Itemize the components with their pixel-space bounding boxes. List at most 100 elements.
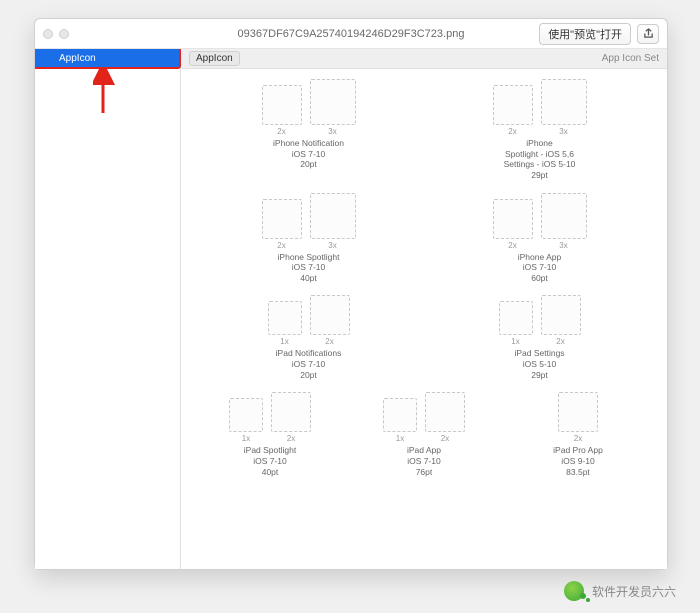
scale-label: 2x — [508, 241, 516, 250]
icon-slot[interactable]: 2x — [425, 392, 465, 443]
scale-label: 1x — [396, 434, 404, 443]
slot-group: 2x 3x iPhone SpotlightiOS 7-1040pt — [193, 193, 424, 292]
annotation-arrow-icon — [93, 69, 123, 117]
slot-caption: iPhone SpotlightiOS 7-1040pt — [278, 252, 340, 284]
image-well[interactable] — [268, 301, 302, 335]
minimize-icon[interactable] — [59, 29, 69, 39]
icon-slot[interactable]: 1x — [499, 301, 533, 346]
scale-label: 2x — [277, 241, 285, 250]
icon-slot[interactable]: 2x — [541, 295, 581, 346]
icon-slot[interactable]: 2x — [558, 392, 598, 443]
main-panel: AppIcon App Icon Set 2x 3x iPhone Notifica… — [181, 49, 667, 569]
icon-grid: 2x 3x iPhone NotificationiOS 7-1020pt 2x 3x i… — [181, 69, 667, 569]
scale-label: 2x — [556, 337, 564, 346]
scale-label: 2x — [287, 434, 295, 443]
slot-pair: 1x 2x — [383, 392, 465, 443]
slot-caption: iPhoneSpotlight - iOS 5,6Settings - iOS … — [504, 138, 576, 181]
slot-group: 1x 2x iPad SpotlightiOS 7-1040pt — [194, 392, 346, 485]
scale-label: 3x — [559, 241, 567, 250]
icon-slot[interactable]: 2x — [262, 85, 302, 136]
slot-caption: iPad Pro AppiOS 9-1083.5pt — [553, 445, 603, 477]
icon-slot[interactable]: 3x — [541, 193, 587, 250]
slot-group: 1x 2xiPad AppiOS 7-1076pt — [348, 392, 500, 485]
slot-pair: 2x 3x — [493, 79, 587, 136]
grid-row: 1x 2x iPad NotificationsiOS 7-1020pt 1x 2x iP… — [193, 295, 655, 388]
image-well[interactable] — [425, 392, 465, 432]
titlebar: 09367DF67C9A25740194246D29F3C723.png 使用"… — [35, 19, 667, 49]
icon-slot[interactable]: 1x — [229, 398, 263, 443]
sidebar-item-label: AppIcon — [59, 53, 96, 64]
slot-caption: iPad SpotlightiOS 7-1040pt — [244, 445, 296, 477]
image-well[interactable] — [541, 295, 581, 335]
scale-label: 2x — [277, 127, 285, 136]
image-well[interactable] — [262, 199, 302, 239]
image-well[interactable] — [558, 392, 598, 432]
scale-label: 1x — [280, 337, 288, 346]
scale-label: 2x — [325, 337, 333, 346]
image-well[interactable] — [310, 295, 350, 335]
icon-slot[interactable]: 3x — [310, 79, 356, 136]
icon-slot[interactable]: 3x — [310, 193, 356, 250]
share-button[interactable] — [637, 24, 659, 44]
grid-row: 2x 3x iPhone SpotlightiOS 7-1040pt 2x 3x iPho… — [193, 193, 655, 292]
slot-group: 2xiPad Pro AppiOS 9-1083.5pt — [502, 392, 654, 485]
image-well[interactable] — [310, 193, 356, 239]
close-icon[interactable] — [43, 29, 53, 39]
icon-slot[interactable]: 2x — [493, 199, 533, 250]
icon-slot[interactable]: 1x — [383, 398, 417, 443]
image-well[interactable] — [493, 199, 533, 239]
quicklook-window: 09367DF67C9A25740194246D29F3C723.png 使用"… — [34, 18, 668, 570]
grid-row: 2x 3x iPhone NotificationiOS 7-1020pt 2x 3x i… — [193, 79, 655, 189]
slot-pair: 1x 2x — [499, 295, 581, 346]
slot-caption: iPhone NotificationiOS 7-1020pt — [273, 138, 344, 170]
image-well[interactable] — [499, 301, 533, 335]
slot-pair: 2x 3x — [493, 193, 587, 250]
image-well[interactable] — [541, 79, 587, 125]
icon-slot[interactable]: 2x — [262, 199, 302, 250]
main-header: AppIcon App Icon Set — [181, 49, 667, 69]
image-well[interactable] — [262, 85, 302, 125]
scale-label: 1x — [511, 337, 519, 346]
asset-subtitle: App Icon Set — [602, 53, 659, 64]
image-well[interactable] — [493, 85, 533, 125]
icon-slot[interactable]: 2x — [310, 295, 350, 346]
scale-label: 3x — [328, 127, 336, 136]
slot-group: 1x 2x iPad NotificationsiOS 7-1020pt — [193, 295, 424, 388]
grid-row: 1x2xiPad SpotlightiOS 7-1040pt1x2xiPad A… — [193, 392, 655, 485]
share-icon — [643, 28, 654, 39]
icon-slot[interactable]: 2x — [493, 85, 533, 136]
scale-label: 2x — [508, 127, 516, 136]
slot-pair: 2x — [558, 392, 598, 443]
sidebar: AppIcon — [35, 49, 181, 569]
scale-label: 3x — [559, 127, 567, 136]
asset-title: AppIcon — [189, 51, 240, 66]
traffic-lights — [43, 29, 69, 39]
slot-caption: iPad NotificationsiOS 7-1020pt — [276, 348, 342, 380]
slot-pair: 1x 2x — [268, 295, 350, 346]
icon-slot[interactable]: 3x — [541, 79, 587, 136]
window-body: AppIcon AppIcon App Icon Set 2x 3x iPhone … — [35, 49, 667, 569]
open-with-preview-button[interactable]: 使用"预览"打开 — [539, 23, 631, 45]
slot-pair: 1x 2x — [229, 392, 311, 443]
sidebar-item-appicon[interactable]: AppIcon — [35, 49, 180, 67]
image-well[interactable] — [541, 193, 587, 239]
watermark-text: 软件开发员六六 — [592, 583, 676, 600]
slot-group: 2x 3x iPhone NotificationiOS 7-1020pt — [193, 79, 424, 189]
slot-caption: iPad AppiOS 7-1076pt — [407, 445, 441, 477]
slot-caption: iPhone AppiOS 7-1060pt — [518, 252, 561, 284]
slot-group: 2x 3x iPhone AppiOS 7-1060pt — [424, 193, 655, 292]
image-well[interactable] — [383, 398, 417, 432]
watermark: 软件开发员六六 — [564, 581, 676, 601]
image-well[interactable] — [229, 398, 263, 432]
slot-caption: iPad SettingsiOS 5-1029pt — [514, 348, 564, 380]
slot-pair: 2x 3x — [262, 193, 356, 250]
scale-label: 1x — [242, 434, 250, 443]
image-well[interactable] — [271, 392, 311, 432]
scale-label: 3x — [328, 241, 336, 250]
scale-label: 2x — [441, 434, 449, 443]
image-well[interactable] — [310, 79, 356, 125]
icon-slot[interactable]: 1x — [268, 301, 302, 346]
slot-pair: 2x 3x — [262, 79, 356, 136]
icon-slot[interactable]: 2x — [271, 392, 311, 443]
slot-group: 2x 3x iPhoneSpotlight - iOS 5,6Settings - … — [424, 79, 655, 189]
